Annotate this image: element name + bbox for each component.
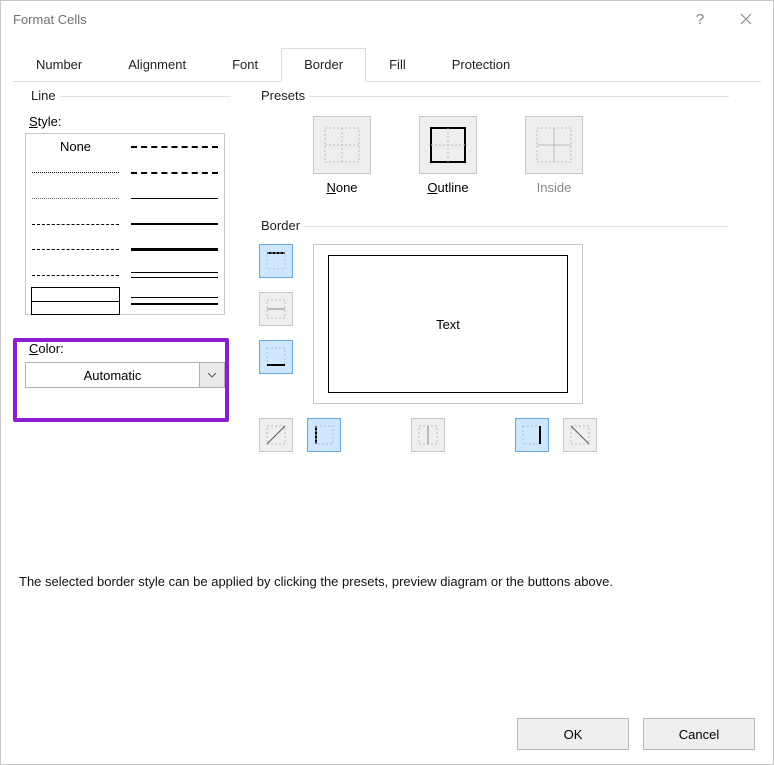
border-top-button[interactable] [259, 244, 293, 278]
tab-strip: Number Alignment Font Border Fill Protec… [1, 47, 773, 81]
border-inside-h-button[interactable] [259, 292, 293, 326]
border-diag-down-button[interactable] [563, 418, 597, 452]
line-style-10[interactable] [131, 185, 218, 211]
preset-inside[interactable]: Inside [521, 116, 587, 195]
border-inside-v-button[interactable] [411, 418, 445, 452]
dialog-footer: OK Cancel [1, 704, 773, 764]
color-highlight-annotation [13, 338, 229, 422]
preset-none-label: None [309, 180, 375, 195]
line-style-4[interactable] [32, 211, 119, 237]
preset-inside-button[interactable] [525, 116, 583, 174]
line-style-14[interactable] [131, 288, 218, 314]
line-style-13[interactable] [131, 263, 218, 289]
border-group: Border Text [249, 226, 729, 456]
border-bottom-icon [265, 346, 287, 368]
tab-content: Line Style: None [1, 82, 773, 764]
line-style-7[interactable] [32, 288, 119, 314]
line-style-11[interactable] [131, 211, 218, 237]
tab-border[interactable]: Border [281, 48, 366, 82]
tab-font[interactable]: Font [209, 48, 281, 82]
tab-protection[interactable]: Protection [429, 48, 534, 82]
close-button[interactable] [723, 1, 769, 37]
line-style-2[interactable] [32, 160, 119, 186]
line-style-5[interactable] [32, 237, 119, 263]
preset-inside-label: Inside [521, 180, 587, 195]
line-group-label: Line [27, 88, 60, 103]
tab-number[interactable]: Number [13, 48, 105, 82]
border-diag-up-icon [265, 424, 287, 446]
tab-alignment[interactable]: Alignment [105, 48, 209, 82]
close-icon [740, 13, 752, 25]
border-left-icon [313, 424, 335, 446]
border-right-icon [521, 424, 543, 446]
border-diag-down-icon [569, 424, 591, 446]
line-style-6[interactable] [32, 263, 119, 289]
border-bottom-button[interactable] [259, 340, 293, 374]
help-button[interactable]: ? [677, 1, 723, 37]
ok-button[interactable]: OK [517, 718, 629, 750]
tab-fill[interactable]: Fill [366, 48, 429, 82]
line-style-9[interactable] [131, 160, 218, 186]
preset-inside-icon [534, 125, 574, 165]
format-cells-dialog: Format Cells ? Number Alignment Font Bor… [0, 0, 774, 765]
border-top-icon [265, 250, 287, 272]
preset-outline-button[interactable] [419, 116, 477, 174]
presets-group-label: Presets [257, 88, 309, 103]
preset-none[interactable]: None [309, 116, 375, 195]
line-style-3[interactable] [32, 185, 119, 211]
border-inside-h-icon [265, 298, 287, 320]
preset-none-icon [322, 125, 362, 165]
line-style-12[interactable] [131, 237, 218, 263]
window-title: Format Cells [13, 12, 677, 27]
border-inside-v-icon [417, 424, 439, 446]
border-preview-text: Text [436, 317, 460, 332]
title-bar: Format Cells ? [1, 1, 773, 37]
preset-outline[interactable]: Outline [415, 116, 481, 195]
preset-outline-label: Outline [415, 180, 481, 195]
line-style-none[interactable]: None [32, 134, 119, 160]
line-style-8[interactable] [131, 134, 218, 160]
style-label: Style: [29, 114, 225, 129]
border-preview[interactable]: Text [313, 244, 583, 404]
help-text: The selected border style can be applied… [19, 574, 755, 589]
border-group-label: Border [257, 218, 304, 233]
line-group: Line Style: None [19, 96, 231, 456]
border-left-button[interactable] [307, 418, 341, 452]
cancel-button[interactable]: Cancel [643, 718, 755, 750]
preset-none-button[interactable] [313, 116, 371, 174]
border-diag-up-button[interactable] [259, 418, 293, 452]
line-style-list[interactable]: None [25, 133, 225, 315]
border-preview-cell: Text [328, 255, 568, 393]
preset-outline-icon [428, 125, 468, 165]
presets-group: Presets None Outline [249, 96, 729, 216]
border-right-button[interactable] [515, 418, 549, 452]
